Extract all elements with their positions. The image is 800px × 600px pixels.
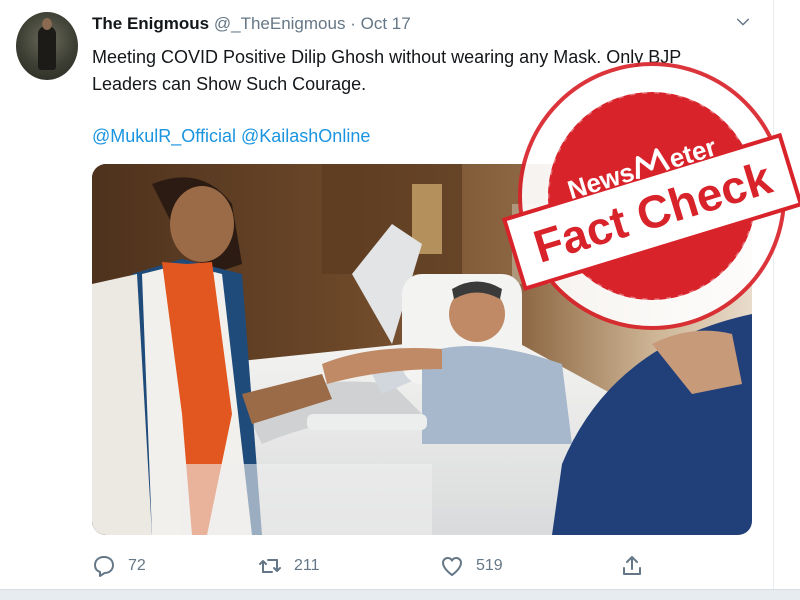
timeline-divider [0, 589, 800, 600]
fact-check-stamp: Fact Check News eter [501, 62, 800, 330]
